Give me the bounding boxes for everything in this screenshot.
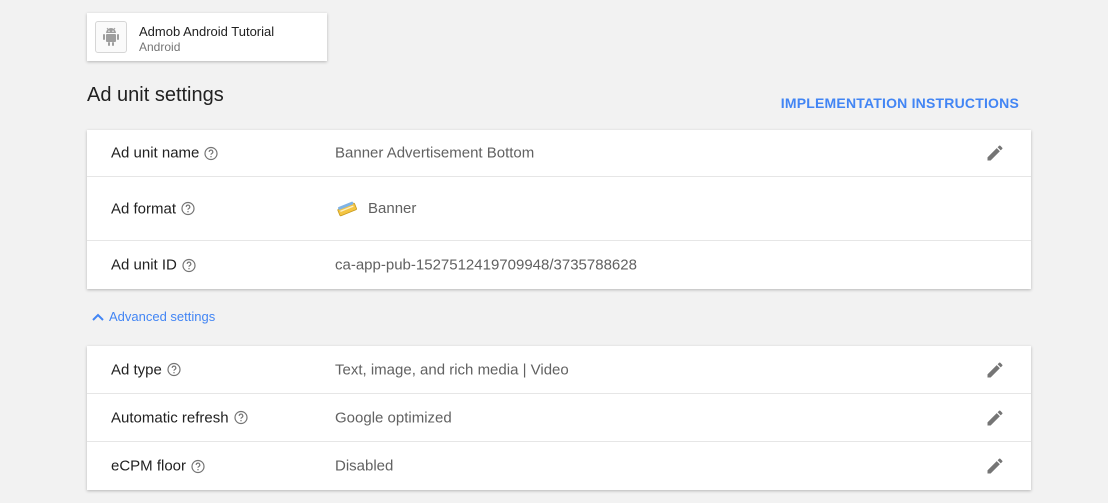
ad-format-row: Ad format Banner (87, 177, 1031, 241)
help-icon[interactable] (233, 410, 248, 425)
ad-format-value: Banner (368, 200, 417, 217)
implementation-instructions-link[interactable]: IMPLEMENTATION INSTRUCTIONS (781, 95, 1019, 111)
edit-ad-type-button[interactable] (983, 358, 1007, 382)
ad-type-value: Text, image, and rich media | Video (335, 361, 569, 378)
advanced-settings-label: Advanced settings (109, 309, 216, 324)
ad-unit-name-value: Banner Advertisement Bottom (335, 144, 535, 162)
ad-unit-id-label: Ad unit ID (111, 256, 177, 274)
edit-ecpm-floor-button[interactable] (983, 454, 1007, 478)
pencil-icon (985, 456, 1005, 476)
chevron-up-icon (92, 313, 104, 321)
ad-unit-name-label: Ad unit name (111, 144, 200, 162)
app-platform: Android (139, 40, 181, 54)
automatic-refresh-row: Automatic refresh Google optimized (87, 394, 1031, 442)
ad-unit-id-value[interactable]: ca-app-pub-1527512419709948/3735788628 (335, 257, 637, 274)
help-icon[interactable] (181, 201, 195, 216)
advanced-settings-toggle[interactable]: Advanced settings (92, 309, 215, 324)
help-icon[interactable] (167, 362, 181, 377)
ad-unit-name-row: Ad unit name Banner Advertisement Bottom (87, 130, 1031, 177)
pencil-icon (985, 360, 1005, 380)
advanced-settings-panel: Ad type Text, image, and rich media | Vi… (87, 346, 1031, 490)
ecpm-floor-label: eCPM floor (111, 457, 187, 475)
edit-ad-unit-name-button[interactable] (983, 141, 1007, 165)
page-title: Ad unit settings (87, 84, 224, 106)
help-icon[interactable] (204, 146, 218, 160)
ad-unit-settings-panel: Ad unit name Banner Advertisement Bottom… (87, 130, 1031, 289)
automatic-refresh-label: Automatic refresh (111, 409, 229, 426)
app-name: Admob Android Tutorial (139, 24, 275, 39)
ecpm-floor-row: eCPM floor Disabled (87, 442, 1031, 490)
ecpm-floor-value: Disabled (335, 457, 394, 475)
help-icon[interactable] (182, 258, 196, 272)
app-card[interactable]: Admob Android Tutorial Android (87, 13, 327, 61)
ad-type-label: Ad type (111, 361, 162, 378)
help-icon[interactable] (191, 459, 205, 473)
ad-unit-id-row: Ad unit ID ca-app-pub-1527512419709948/3… (87, 241, 1031, 289)
ad-type-row: Ad type Text, image, and rich media | Vi… (87, 346, 1031, 394)
pencil-icon (985, 143, 1005, 163)
banner-format-icon (335, 199, 359, 219)
android-icon (95, 21, 127, 53)
ad-format-label: Ad format (111, 200, 177, 217)
automatic-refresh-value: Google optimized (335, 409, 452, 426)
edit-automatic-refresh-button[interactable] (983, 406, 1007, 430)
pencil-icon (985, 408, 1005, 428)
